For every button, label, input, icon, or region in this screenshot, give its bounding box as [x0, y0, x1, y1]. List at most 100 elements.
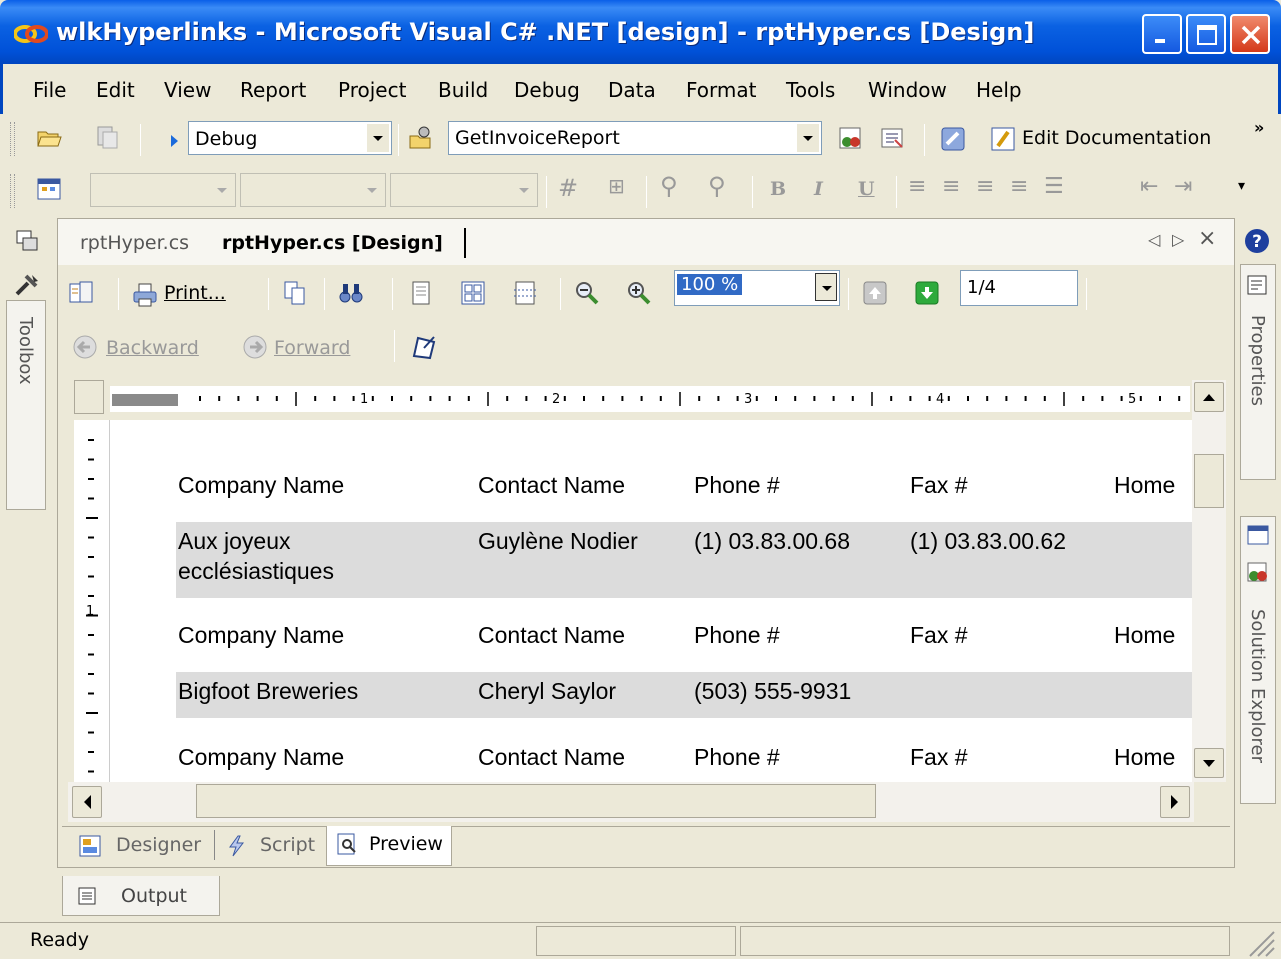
printer-icon[interactable]	[132, 282, 158, 308]
underline-button[interactable]: U	[858, 178, 875, 200]
bullets-icon[interactable]: ☰	[1044, 174, 1064, 199]
forward-button[interactable]: Forward	[274, 337, 350, 359]
zoom-in-icon[interactable]	[626, 280, 652, 306]
close-button[interactable]	[1230, 14, 1270, 54]
scroll-up-button[interactable]	[1194, 382, 1224, 412]
previous-page-icon[interactable]	[862, 280, 888, 306]
back-arrow-icon[interactable]	[72, 334, 98, 360]
find-in-files-icon[interactable]	[408, 124, 434, 150]
zoom-out-icon[interactable]	[574, 280, 600, 306]
continuous-scroll-icon[interactable]	[512, 280, 538, 306]
italic-button[interactable]: I	[814, 178, 823, 200]
title-bar[interactable]: wlkHyperlinks - Microsoft Visual C# .NET…	[0, 0, 1281, 64]
page-number-input[interactable]: 1/4	[960, 270, 1078, 306]
add-item-icon[interactable]	[94, 124, 120, 150]
start-icon[interactable]	[170, 134, 180, 148]
align-left-icon[interactable]: ≡	[908, 174, 926, 199]
font-size-select[interactable]	[240, 173, 386, 207]
menu-window[interactable]: Window	[868, 78, 947, 102]
solution-explorer-tab[interactable]: Solution Explorer	[1240, 516, 1276, 804]
next-page-icon[interactable]	[914, 280, 940, 306]
find-combo[interactable]: GetInvoiceReport	[448, 121, 822, 155]
edit-documentation-icon[interactable]	[990, 126, 1016, 152]
company-name-cell[interactable]: Aux joyeux	[178, 526, 291, 556]
single-page-icon[interactable]	[408, 280, 434, 306]
forward-arrow-icon[interactable]	[242, 334, 268, 360]
grid-icon[interactable]: #	[558, 174, 578, 202]
tab-design[interactable]: rptHyper.cs [Design]	[222, 232, 443, 254]
properties-tab[interactable]: Properties	[1240, 264, 1276, 480]
menu-debug[interactable]: Debug	[514, 78, 580, 102]
chevron-down-icon[interactable]	[211, 176, 233, 204]
open-folder-icon[interactable]	[36, 124, 62, 150]
menu-help[interactable]: Help	[976, 78, 1022, 102]
output-tab[interactable]: Output	[62, 876, 220, 916]
scroll-tabs-right-icon[interactable]: ▷	[1172, 230, 1184, 249]
chevron-down-icon[interactable]	[513, 176, 535, 204]
toolbar-grip[interactable]	[10, 122, 15, 156]
company-name-cell[interactable]: ecclésiastiques	[178, 556, 334, 586]
menu-build[interactable]: Build	[438, 78, 488, 102]
multiple-pages-icon[interactable]	[460, 280, 486, 306]
toolbar-overflow-icon[interactable]: ▾	[1238, 178, 1245, 194]
align-right-icon[interactable]: ≡	[976, 174, 994, 199]
help-icon[interactable]: ?	[1244, 228, 1270, 254]
scroll-tabs-left-icon[interactable]: ◁	[1148, 230, 1160, 249]
print-button[interactable]: Print...	[164, 282, 226, 304]
tab-script[interactable]: Script	[220, 828, 324, 864]
menu-format[interactable]: Format	[686, 78, 756, 102]
tab-code[interactable]: rptHyper.cs	[80, 232, 189, 254]
snap-to-grid-icon[interactable]: ⊞	[608, 174, 625, 198]
chevron-down-icon[interactable]	[797, 124, 819, 152]
indent-icon[interactable]: ⇥	[1174, 174, 1192, 199]
menu-view[interactable]: View	[164, 78, 211, 102]
style-select[interactable]	[390, 173, 538, 207]
menu-report[interactable]: Report	[240, 78, 306, 102]
tab-designer[interactable]: Designer	[72, 828, 214, 864]
properties-window-icon[interactable]	[880, 126, 906, 152]
tab-preview[interactable]: Preview	[326, 826, 452, 866]
toolbox-tab[interactable]: Toolbox	[6, 300, 46, 510]
scroll-down-button[interactable]	[1194, 748, 1224, 778]
menu-project[interactable]: Project	[338, 78, 406, 102]
vertical-scroll-thumb[interactable]	[1194, 454, 1224, 508]
minimize-button[interactable]	[1142, 14, 1182, 54]
zoom-out-designer-icon[interactable]: ⚲	[708, 172, 726, 200]
bold-button[interactable]: B	[770, 178, 786, 200]
toolbar-overflow-icon[interactable]: »	[1254, 118, 1264, 137]
maximize-button[interactable]	[1186, 14, 1226, 54]
font-name-select[interactable]	[90, 173, 236, 207]
toggle-table-of-contents-icon[interactable]	[68, 280, 94, 306]
class-view-icon[interactable]	[838, 126, 864, 152]
server-explorer-icon[interactable]	[14, 228, 40, 254]
chevron-down-icon[interactable]	[815, 273, 837, 301]
company-name-cell[interactable]: Bigfoot Breweries	[178, 676, 358, 706]
align-center-icon[interactable]: ≡	[942, 174, 960, 199]
find-binoculars-icon[interactable]	[338, 280, 364, 306]
menu-file[interactable]: File	[33, 78, 66, 102]
backward-button[interactable]: Backward	[106, 337, 199, 359]
zoom-in-designer-icon[interactable]: ⚲	[660, 172, 678, 200]
vertical-scrollbar[interactable]	[1192, 380, 1226, 782]
menu-tools[interactable]: Tools	[786, 78, 835, 102]
horizontal-scroll-thumb[interactable]	[196, 784, 876, 818]
chevron-down-icon[interactable]	[361, 176, 383, 204]
justify-icon[interactable]: ≡	[1010, 174, 1028, 199]
annotations-icon[interactable]	[410, 334, 436, 360]
zoom-select[interactable]: 100 %	[674, 270, 840, 306]
chevron-down-icon[interactable]	[367, 124, 389, 152]
outdent-icon[interactable]: ⇤	[1140, 174, 1158, 199]
menu-data[interactable]: Data	[608, 78, 656, 102]
scroll-right-button[interactable]	[1160, 786, 1190, 818]
toolbox-icon[interactable]	[14, 272, 40, 298]
copy-icon[interactable]	[282, 280, 308, 306]
menu-edit[interactable]: Edit	[96, 78, 135, 102]
edit-documentation-button[interactable]: Edit Documentation	[1022, 127, 1211, 149]
scroll-left-button[interactable]	[72, 786, 102, 818]
close-document-icon[interactable]: ×	[1198, 226, 1216, 251]
object-browser-icon[interactable]	[940, 126, 966, 152]
report-layout-icon[interactable]	[36, 176, 62, 202]
resize-grip-icon[interactable]	[1240, 924, 1276, 958]
solution-config-select[interactable]: Debug	[188, 121, 392, 155]
toolbar-grip[interactable]	[10, 174, 15, 208]
